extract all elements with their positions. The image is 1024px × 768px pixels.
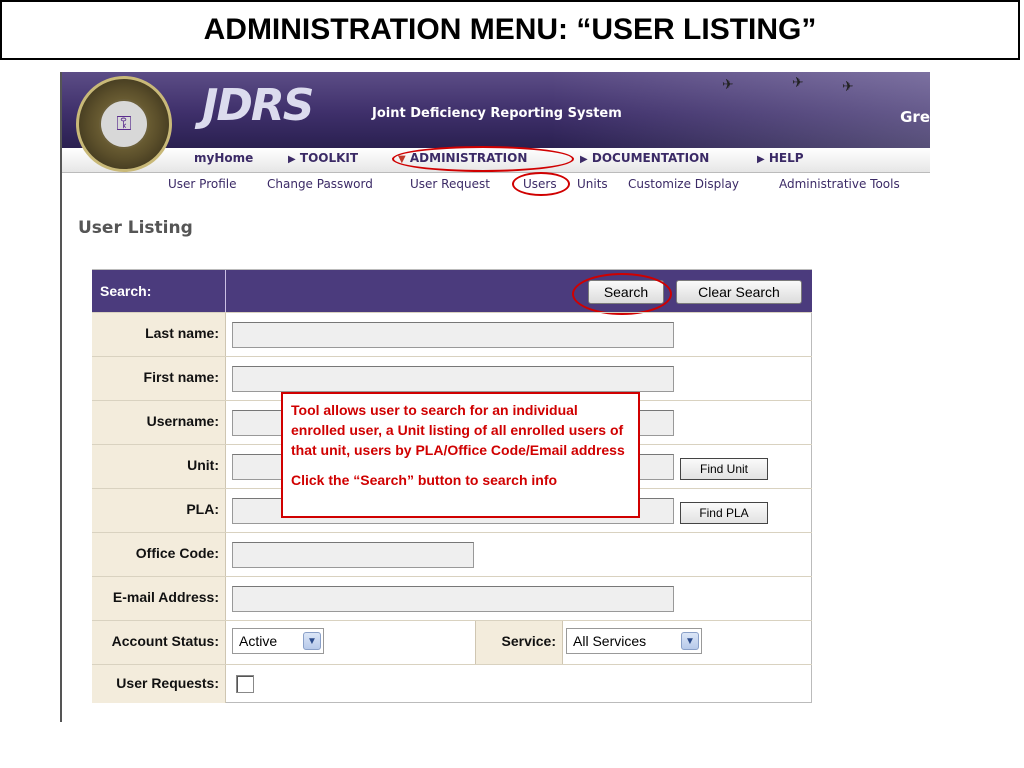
username-label: Username: (146, 413, 219, 429)
jet-icon: ✈ (842, 78, 854, 94)
jet-icon: ✈ (792, 74, 804, 90)
nav-label: HELP (768, 151, 804, 165)
label-cell: Service: (475, 621, 563, 664)
slide-title: ADMINISTRATION MENU: “USER LISTING” (0, 0, 1020, 60)
unit-label: Unit: (187, 457, 219, 473)
account-status-select[interactable]: Active ▼ (232, 628, 324, 654)
label-cell: Office Code: (92, 533, 226, 576)
clear-search-button[interactable]: Clear Search (676, 280, 802, 304)
label-cell: PLA: (92, 489, 226, 532)
triangle-right-icon: ▶ (288, 154, 296, 165)
service-value: All Services (573, 633, 647, 649)
nav-item-help[interactable]: ▶ HELP (757, 151, 804, 165)
service-label: Service: (501, 633, 556, 649)
first-name-label: First name: (143, 369, 219, 385)
triangle-right-icon: ▶ (580, 154, 588, 165)
jdrs-logo: JDRS (202, 80, 314, 131)
form-header-label: Search: (100, 283, 152, 299)
email-label: E-mail Address: (112, 589, 219, 605)
subnav-customize-display[interactable]: Customize Display (628, 177, 739, 191)
first-name-input[interactable] (232, 366, 674, 392)
last-name-input[interactable] (232, 322, 674, 348)
form-header-divider (225, 270, 226, 312)
system-name: Joint Deficiency Reporting System (372, 106, 622, 121)
service-select[interactable]: All Services ▼ (566, 628, 702, 654)
pla-label: PLA: (186, 501, 219, 517)
subnav-units[interactable]: Units (577, 177, 608, 191)
label-cell: Username: (92, 401, 226, 444)
account-status-label: Account Status: (111, 633, 219, 649)
key-icon: ⚿ (99, 99, 149, 149)
label-cell: Last name: (92, 313, 226, 356)
highlight-ring-users (512, 172, 570, 196)
callout-description: Tool allows user to search for an indivi… (291, 402, 625, 458)
label-cell: Account Status: (92, 621, 226, 664)
highlight-ring-administration (392, 146, 574, 172)
nav-item-documentation[interactable]: ▶ DOCUMENTATION (580, 151, 709, 165)
label-cell: E-mail Address: (92, 577, 226, 620)
nav-label: TOOLKIT (299, 151, 359, 165)
triangle-right-icon: ▶ (757, 154, 765, 165)
header-banner: ✈ ✈ ✈ JDRS Joint Deficiency Reporting Sy… (62, 72, 930, 148)
email-input[interactable] (232, 586, 674, 612)
subnav-change-password[interactable]: Change Password (267, 177, 373, 191)
office-code-label: Office Code: (135, 545, 219, 561)
find-unit-button[interactable]: Find Unit (680, 458, 768, 480)
banner-greeting: Gre (900, 108, 930, 126)
chevron-down-icon[interactable]: ▼ (681, 632, 699, 650)
annotation-callout: Tool allows user to search for an indivi… (281, 392, 640, 518)
office-code-input[interactable] (232, 542, 474, 568)
subnav-user-request[interactable]: User Request (410, 177, 490, 191)
user-requests-label: User Requests: (116, 675, 219, 691)
subnav-user-profile[interactable]: User Profile (168, 177, 236, 191)
label-cell: Unit: (92, 445, 226, 488)
jet-icon: ✈ (722, 76, 734, 92)
label-cell: First name: (92, 357, 226, 400)
jdrs-seal-icon: ⚿ (76, 76, 172, 172)
nav-label: myHome (194, 151, 254, 165)
nav-item-myhome[interactable]: myHome (194, 151, 253, 165)
callout-instruction: Click the “Search” button to search info (291, 472, 558, 488)
highlight-ring-search (572, 273, 672, 315)
subnav-administrative-tools[interactable]: Administrative Tools (779, 177, 900, 191)
nav-item-toolkit[interactable]: ▶ TOOLKIT (288, 151, 358, 165)
label-cell: User Requests: (92, 665, 226, 703)
chevron-down-icon[interactable]: ▼ (303, 632, 321, 650)
page-title: User Listing (78, 218, 193, 238)
account-status-value: Active (239, 633, 278, 649)
find-pla-button[interactable]: Find PLA (680, 502, 768, 524)
last-name-label: Last name: (145, 325, 219, 341)
nav-label: DOCUMENTATION (591, 151, 710, 165)
user-requests-checkbox[interactable] (236, 675, 254, 693)
